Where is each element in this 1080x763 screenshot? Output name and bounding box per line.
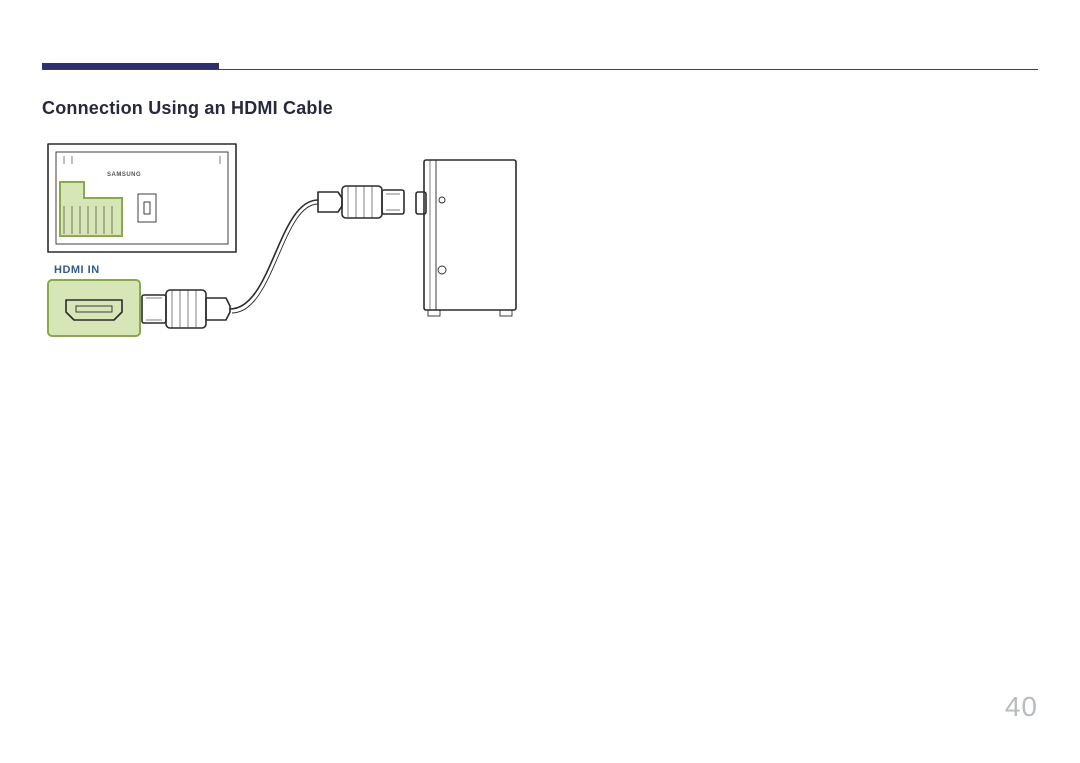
hdmi-plug-left-icon	[142, 290, 230, 328]
section-heading: Connection Using an HDMI Cable	[42, 98, 333, 119]
pc-tower-icon	[416, 160, 516, 316]
header-accent-bar	[42, 63, 219, 69]
connection-diagram: SAMSUNG HDMI IN	[42, 140, 562, 350]
page-number: 40	[1005, 691, 1038, 723]
display-rear-icon: SAMSUNG	[48, 144, 236, 252]
diagram-svg: SAMSUNG HDMI IN	[42, 140, 562, 350]
document-page: Connection Using an HDMI Cable	[0, 0, 1080, 763]
header-rule	[42, 69, 1038, 70]
brand-text: SAMSUNG	[107, 172, 141, 178]
hdmi-plug-right-icon	[318, 186, 404, 218]
port-label: HDMI IN	[54, 264, 100, 276]
hdmi-cable-icon	[230, 200, 318, 309]
hdmi-port-icon	[48, 280, 140, 336]
